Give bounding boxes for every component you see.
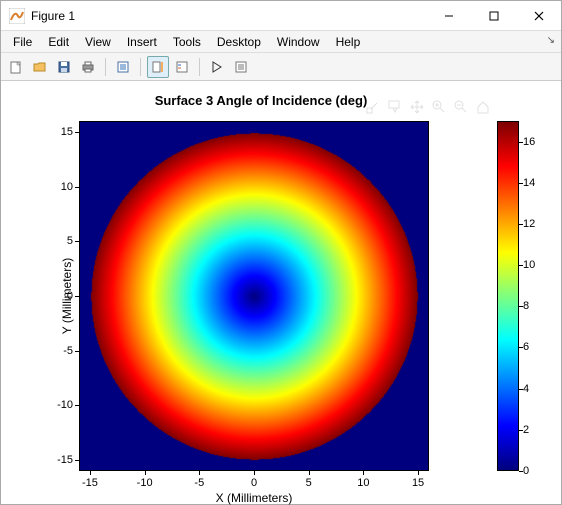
link-plot-button[interactable] (112, 56, 134, 78)
pan-icon[interactable] (409, 99, 425, 118)
colorbar-tick-label: 14 (523, 177, 535, 189)
y-tick-label: -5 (33, 345, 73, 357)
minimize-button[interactable] (426, 1, 471, 30)
toolbar-separator (105, 58, 106, 76)
y-tick-label: 15 (33, 126, 73, 138)
y-tick-label: 10 (33, 181, 73, 193)
datatip-icon[interactable] (387, 99, 403, 118)
colorbar-tick-label: 16 (523, 136, 535, 148)
zoom-out-icon[interactable] (453, 99, 469, 118)
x-tick-label: -10 (130, 477, 160, 489)
menubar: File Edit View Insert Tools Desktop Wind… (1, 31, 561, 53)
menu-file[interactable]: File (5, 33, 40, 51)
toolbar-separator (140, 58, 141, 76)
open-button[interactable] (29, 56, 51, 78)
menu-tools[interactable]: Tools (165, 33, 209, 51)
open-property-inspector-button[interactable] (230, 56, 252, 78)
maximize-button[interactable] (471, 1, 516, 30)
heatmap-surface[interactable] (79, 121, 429, 471)
x-tick-label: 0 (239, 477, 269, 489)
colorbar-tick-label: 10 (523, 259, 535, 271)
menu-window[interactable]: Window (269, 33, 328, 51)
y-tick-label: -10 (33, 399, 73, 411)
zoom-in-icon[interactable] (431, 99, 447, 118)
edit-plot-button[interactable] (206, 56, 228, 78)
x-tick-label: -15 (75, 477, 105, 489)
insert-colorbar-button[interactable] (147, 56, 169, 78)
figure-window: Figure 1 File Edit View Insert Tools Des… (0, 0, 562, 505)
x-tick-label: 5 (294, 477, 324, 489)
axes[interactable]: -15-10-5051015-15-10-5051015 (79, 121, 429, 471)
colorbar[interactable]: 0246810121416 (497, 121, 519, 471)
x-tick-label: 10 (348, 477, 378, 489)
new-figure-button[interactable] (5, 56, 27, 78)
y-tick-label: 0 (33, 290, 73, 302)
colorbar-tick-label: 0 (523, 465, 529, 477)
axes-toolbar (365, 99, 491, 118)
x-axis-label: X (Millimeters) (79, 491, 429, 505)
save-button[interactable] (53, 56, 75, 78)
brush-icon[interactable] (365, 99, 381, 118)
colorbar-tick-label: 12 (523, 218, 535, 230)
menu-insert[interactable]: Insert (119, 33, 165, 51)
close-button[interactable] (516, 1, 561, 30)
titlebar: Figure 1 (1, 1, 561, 31)
menu-view[interactable]: View (77, 33, 119, 51)
restore-view-icon[interactable] (475, 99, 491, 118)
colorbar-tick-label: 4 (523, 383, 529, 395)
menu-desktop[interactable]: Desktop (209, 33, 269, 51)
print-button[interactable] (77, 56, 99, 78)
y-tick-label: 5 (33, 235, 73, 247)
y-tick-label: -15 (33, 454, 73, 466)
plot-area: Surface 3 Angle of Incidence (deg) Y (Mi… (1, 81, 561, 504)
toolbar-separator (199, 58, 200, 76)
x-tick-label: -5 (184, 477, 214, 489)
window-title: Figure 1 (31, 9, 426, 23)
menu-edit[interactable]: Edit (40, 33, 77, 51)
colorbar-tick-label: 8 (523, 300, 529, 312)
colorbar-tick-label: 6 (523, 341, 529, 353)
insert-legend-button[interactable] (171, 56, 193, 78)
matlab-figure-icon (9, 8, 25, 24)
colorbar-gradient (497, 121, 519, 471)
toolbar (1, 53, 561, 81)
x-tick-label: 15 (403, 477, 433, 489)
colorbar-tick-label: 2 (523, 424, 529, 436)
menu-help[interactable]: Help (328, 33, 369, 51)
rollup-icon[interactable]: ↘ (547, 35, 555, 46)
